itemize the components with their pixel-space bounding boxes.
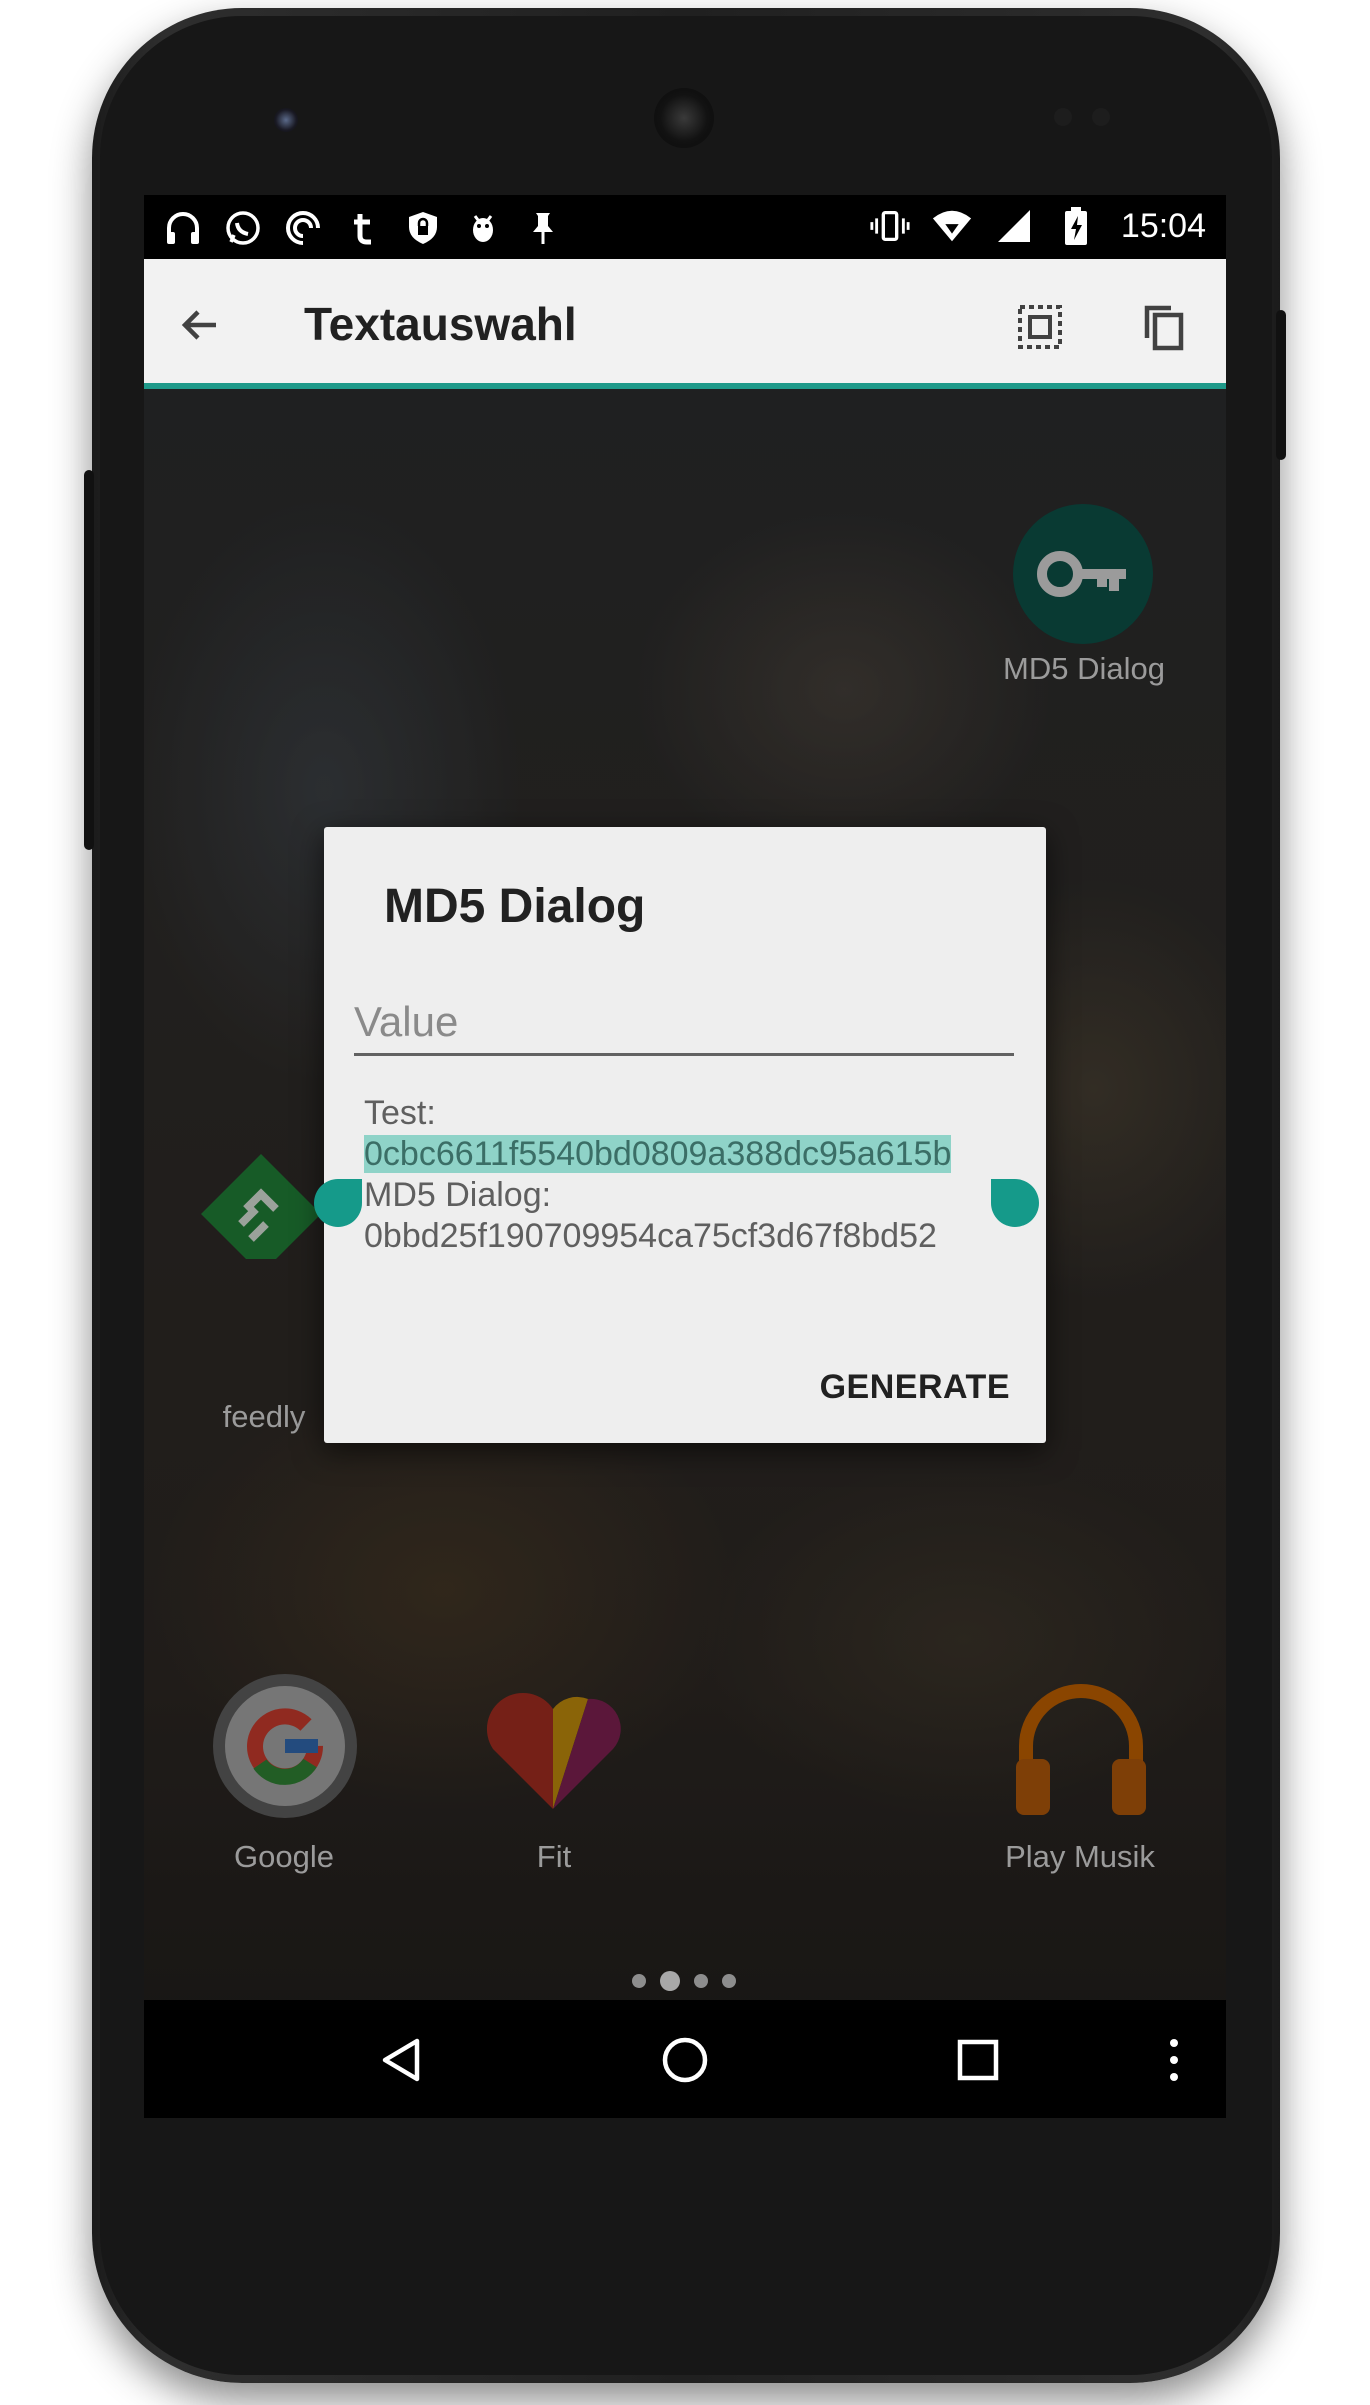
overflow-menu-icon[interactable] — [1144, 2030, 1204, 2090]
output-hash-md5-dialog[interactable]: 0bbd25f190709954ca75cf3d67f8bd52 — [364, 1216, 1024, 1257]
recents-square-icon[interactable] — [948, 2030, 1008, 2090]
screen: 15:04 Textauswahl MD5 Dialog feedly Goog… — [144, 195, 1226, 2118]
pin-icon — [522, 207, 564, 249]
selection-handle-start[interactable] — [314, 1179, 362, 1227]
home-circle-icon[interactable] — [655, 2030, 715, 2090]
front-camera — [274, 108, 298, 132]
value-input[interactable] — [354, 991, 1014, 1056]
back-triangle-icon[interactable] — [372, 2030, 432, 2090]
android-debug-icon — [462, 207, 504, 249]
action-bar: Textauswahl — [144, 259, 1226, 389]
arrow-back-icon[interactable] — [170, 295, 230, 355]
whatsapp-icon — [222, 207, 264, 249]
copy-icon[interactable] — [1134, 297, 1194, 357]
selection-handle-end[interactable] — [991, 1179, 1039, 1227]
output-label-md5-dialog: MD5 Dialog: — [364, 1176, 552, 1214]
tumblr-icon — [342, 207, 384, 249]
select-all-icon[interactable] — [1010, 297, 1070, 357]
light-sensor — [1092, 108, 1110, 126]
shield-lock-icon — [402, 207, 444, 249]
signal-icon — [993, 205, 1035, 247]
earpiece-speaker — [654, 88, 714, 148]
headphones-icon — [162, 207, 204, 249]
hash-output[interactable]: Test: 0cbc6611f5540bd0809a388dc95a615b M… — [364, 1093, 1024, 1257]
output-label-test: Test: — [364, 1094, 436, 1132]
volume-button — [84, 470, 94, 850]
vibrate-icon — [869, 205, 911, 247]
dialog-title: MD5 Dialog — [384, 880, 646, 933]
wifi-icon — [931, 205, 973, 247]
proximity-sensor — [1054, 108, 1072, 126]
battery-charging-icon — [1055, 205, 1097, 247]
status-clock: 15:04 — [1120, 206, 1206, 245]
power-button — [1276, 310, 1286, 460]
action-bar-title: Textauswahl — [304, 298, 577, 350]
md5-dialog: MD5 Dialog Test: 0cbc6611f5540bd0809a388… — [314, 827, 1046, 1443]
status-bar: 15:04 — [144, 195, 1226, 259]
navigation-bar — [144, 2000, 1226, 2118]
generate-button[interactable]: GENERATE — [814, 1367, 1016, 1408]
selected-hash-text[interactable]: 0cbc6611f5540bd0809a388dc95a615b — [364, 1135, 952, 1173]
pocket-casts-icon — [282, 207, 324, 249]
